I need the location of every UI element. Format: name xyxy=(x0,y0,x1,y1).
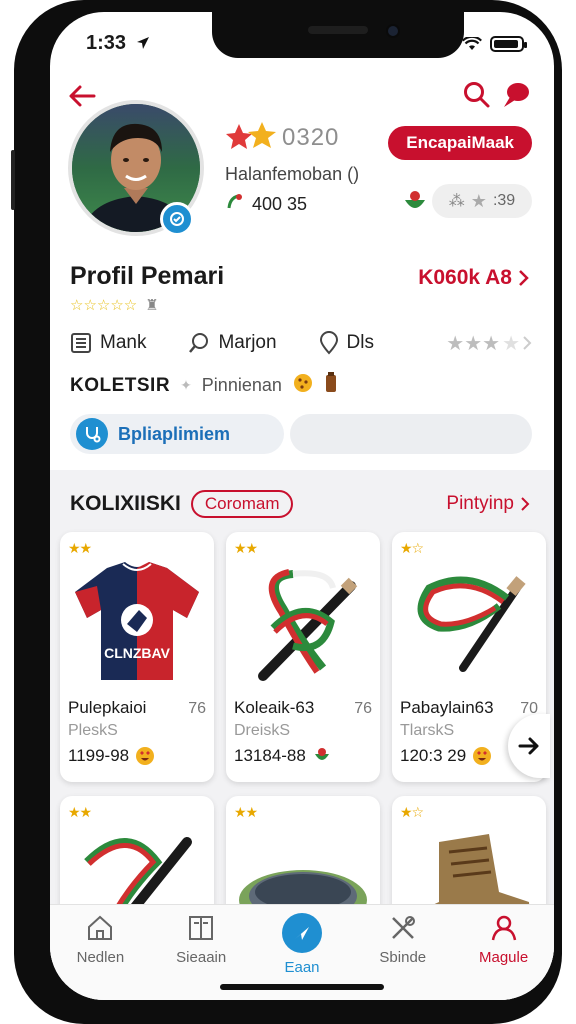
card-stars: ★☆ xyxy=(400,540,424,556)
profile-link[interactable]: K060k A8 xyxy=(418,266,530,290)
tab-profile[interactable]: Magule xyxy=(453,913,554,1000)
card-name: Pabaylain63 xyxy=(400,698,494,717)
card-stars: ★★ xyxy=(68,540,92,556)
koleksi-sub: Pinnienan xyxy=(201,375,282,395)
section-title: KOLIXIISKI xyxy=(70,492,181,515)
stethoscope-icon xyxy=(76,418,108,450)
trophy-icon: ♜ xyxy=(145,297,159,314)
profile-icon xyxy=(491,915,516,941)
stick-image xyxy=(396,556,542,686)
wifi-icon xyxy=(462,37,482,50)
card-type: TlarskS xyxy=(400,722,455,739)
tab-label: Nedlen xyxy=(76,949,125,966)
see-more-link[interactable]: Pintyinp xyxy=(446,493,530,515)
sparkle-icon: ✦ xyxy=(180,377,192,393)
chevron-right-icon xyxy=(519,270,529,286)
heart-eyes-icon xyxy=(136,747,155,765)
star-outline-icon: ☆☆☆☆☆ xyxy=(70,297,138,314)
koleksi-label: KOLETSIR xyxy=(70,374,171,396)
location-pin-icon xyxy=(319,331,338,355)
tab-label: Eaan xyxy=(284,959,320,976)
coin-count: 400 35 xyxy=(252,194,308,214)
card-price: 120:3 29 xyxy=(400,746,492,766)
jersey-image: CLNZBAV xyxy=(64,556,210,686)
card-stars: ★★ xyxy=(68,804,92,820)
chevron-right-icon xyxy=(523,336,532,350)
card-name: Pulepkaioi xyxy=(68,698,147,717)
bottle-icon xyxy=(324,372,338,399)
card-price: 1199-98 xyxy=(68,746,155,766)
green-badge-icon xyxy=(402,188,428,219)
scarf-stick-image xyxy=(230,556,376,686)
star-icon: ★★★ xyxy=(446,332,501,355)
phone-frame: 1:33 0320 Halanfemoban () 400 35 Encapai… xyxy=(11,0,562,1024)
secondary-tab-pill[interactable] xyxy=(290,414,532,454)
arrow-right-icon xyxy=(518,737,539,755)
book-icon xyxy=(189,916,214,940)
screen: 1:33 0320 Halanfemoban () 400 35 Encapai… xyxy=(50,12,554,1000)
meta-label: Marjon xyxy=(218,332,277,353)
meta-label: Mank xyxy=(100,332,147,353)
rank-stars-icon xyxy=(224,120,280,154)
meta-item-marjon[interactable]: Marjon xyxy=(188,332,277,354)
notch xyxy=(212,12,464,58)
meta-item-mank[interactable]: Mank xyxy=(70,332,146,354)
meta-item-dls[interactable]: Dls xyxy=(319,331,374,355)
card-number: 76 xyxy=(354,700,372,717)
profile-link-label: K060k A8 xyxy=(418,266,512,289)
card-number: 76 xyxy=(188,700,206,717)
tab-home[interactable]: Nedlen xyxy=(50,913,151,1000)
rating-pill[interactable]: ⁂ ★ :39 xyxy=(432,184,532,218)
back-arrow-icon[interactable] xyxy=(66,80,98,112)
send-icon xyxy=(281,913,322,953)
section-tag[interactable]: Coromam xyxy=(190,490,294,518)
location-icon xyxy=(136,36,150,55)
jersey-text: CLNZBAV xyxy=(104,645,171,661)
action-button[interactable]: EncapaiMaak xyxy=(388,126,532,160)
card-price-value: 13184-88 xyxy=(234,746,306,765)
profile-handle: Halanfemoban () xyxy=(225,164,360,184)
meta-stars[interactable]: ★★★ ★ xyxy=(446,331,532,356)
sparkle-icon: ⁂ xyxy=(448,193,465,210)
coin-icon xyxy=(226,193,244,216)
cookie-icon xyxy=(292,372,314,399)
meta-label: Dls xyxy=(346,332,374,353)
search-outline-icon xyxy=(189,333,209,353)
card-price: 13184-88 xyxy=(234,746,332,766)
chevron-right-icon xyxy=(521,497,530,511)
verified-badge-icon xyxy=(160,202,194,236)
primary-tab-label: Bpliaplimiem xyxy=(118,423,231,444)
card-type: DreiskS xyxy=(234,722,291,739)
home-indicator xyxy=(220,984,384,990)
tab-label: Sbinde xyxy=(379,949,427,966)
list-icon xyxy=(71,333,91,353)
heart-eyes-icon xyxy=(314,748,329,760)
star-icon: ★ xyxy=(470,190,487,211)
collection-card[interactable]: ★★ CLNZBAV Pulepkaioi 76 PleskS 1199-98 xyxy=(60,532,214,782)
battery-icon xyxy=(490,36,527,52)
card-price-value: 120:3 29 xyxy=(400,746,467,765)
status-time: 1:33 xyxy=(86,32,127,54)
tab-label: Sieaain xyxy=(176,949,227,966)
tab-label: Magule xyxy=(478,949,529,966)
card-stars: ★☆ xyxy=(400,804,424,820)
primary-tab-pill[interactable]: Bpliaplimiem xyxy=(70,414,284,454)
see-more-label: Pintyinp xyxy=(446,493,514,514)
page-title: Profil Pemari xyxy=(70,262,225,290)
card-price-value: 1199-98 xyxy=(68,746,130,765)
rating-value: :39 xyxy=(492,192,516,209)
chat-bubble-icon[interactable] xyxy=(500,80,532,112)
heart-eyes-icon xyxy=(473,747,492,765)
home-icon xyxy=(88,915,113,940)
tools-icon xyxy=(391,916,415,939)
score-value: 0320 xyxy=(282,124,340,151)
card-type: PleskS xyxy=(68,722,118,739)
star-outline-icon: ★ xyxy=(502,332,520,355)
card-stars: ★★ xyxy=(234,804,258,820)
card-name: Koleaik-63 xyxy=(234,698,315,717)
profile-stars: ☆☆☆☆☆ ♜ xyxy=(70,296,159,314)
search-icon[interactable] xyxy=(462,80,492,110)
collection-card[interactable]: ★★ Koleaik-63 76 DreiskS 13184-88 xyxy=(226,532,380,782)
card-stars: ★★ xyxy=(234,540,258,556)
